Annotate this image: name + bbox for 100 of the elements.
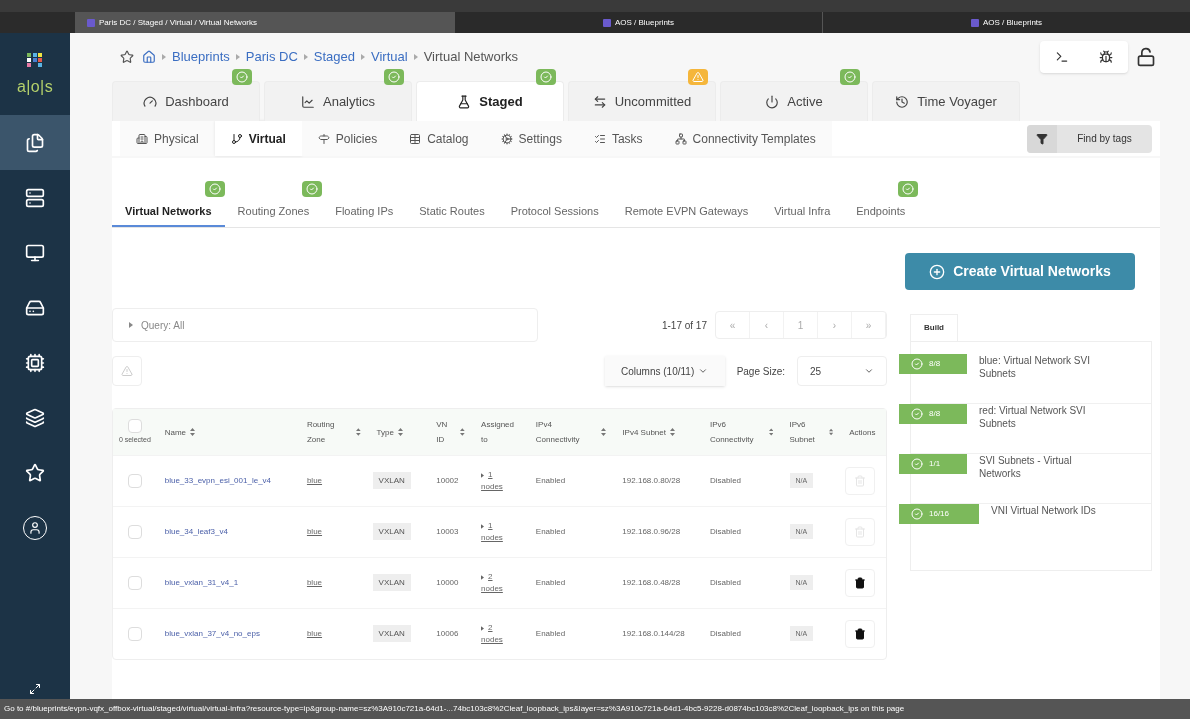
history-icon bbox=[895, 94, 910, 109]
query-field[interactable]: Query: All bbox=[112, 308, 538, 342]
checkbox[interactable] bbox=[127, 576, 142, 590]
favorite-star-icon[interactable] bbox=[120, 50, 134, 64]
unlock-icon[interactable] bbox=[1136, 47, 1156, 67]
find-by-tags-button[interactable]: Find by tags bbox=[1027, 124, 1152, 153]
main-tab[interactable]: Staged bbox=[416, 81, 564, 121]
checkbox[interactable] bbox=[127, 525, 142, 539]
delete-button[interactable] bbox=[845, 569, 876, 597]
sort-icon[interactable] bbox=[601, 428, 607, 436]
delete-button[interactable] bbox=[845, 620, 876, 648]
routing-zone-link[interactable]: blue bbox=[306, 629, 323, 638]
expand-triangle-icon[interactable] bbox=[481, 472, 485, 478]
build-item-label[interactable]: blue: Virtual Network SVI Subnets bbox=[979, 354, 1109, 380]
chevron-icon bbox=[235, 54, 240, 60]
build-item-label[interactable]: SVI Subnets - Virtual Networks bbox=[979, 454, 1109, 480]
trash-icon bbox=[854, 577, 867, 589]
assigned-unit-link[interactable]: nodes bbox=[481, 634, 520, 646]
logo-text: a|o|s bbox=[16, 77, 54, 97]
section-tab[interactable]: Remote EVPN Gateways bbox=[611, 197, 762, 227]
build-item-label[interactable]: red: Virtual Network SVI Subnets bbox=[979, 404, 1109, 430]
table-cell: 10002 bbox=[436, 476, 459, 485]
home-icon[interactable] bbox=[142, 50, 156, 64]
sort-icon[interactable] bbox=[669, 428, 675, 436]
trash-icon bbox=[854, 475, 867, 487]
checkbox[interactable] bbox=[127, 418, 142, 433]
table-cell: Enabled bbox=[535, 578, 566, 587]
routing-zone-link[interactable]: blue bbox=[306, 578, 323, 587]
main-tab[interactable]: Time Voyager bbox=[872, 81, 1020, 121]
routing-zone-link[interactable]: blue bbox=[306, 527, 323, 536]
sort-icon[interactable] bbox=[829, 428, 834, 436]
section-tab[interactable]: Floating IPs bbox=[322, 197, 407, 227]
name-link[interactable]: blue_vxlan_31_v4_1 bbox=[164, 578, 239, 587]
main-tab[interactable]: Analytics bbox=[264, 81, 412, 121]
sub-tab[interactable]: Settings bbox=[484, 121, 578, 156]
sub-tab[interactable]: Virtual bbox=[214, 121, 302, 156]
name-link[interactable]: blue_vxlan_37_v4_no_eps bbox=[164, 629, 260, 638]
section-tab[interactable]: Virtual Infra bbox=[761, 197, 844, 227]
breadcrumb-link[interactable]: Blueprints bbox=[172, 47, 230, 67]
table-cell: Disabled bbox=[709, 476, 742, 485]
assigned-count-link[interactable]: 1 bbox=[488, 469, 493, 481]
checkbox[interactable] bbox=[127, 474, 142, 488]
column-header: Name bbox=[164, 426, 187, 439]
sort-icon[interactable] bbox=[769, 428, 774, 436]
monitor-icon bbox=[25, 242, 45, 263]
routing-zone-link[interactable]: blue bbox=[306, 476, 323, 485]
column-header: IPv4 Connectivity bbox=[535, 419, 581, 446]
build-tab[interactable]: Build bbox=[910, 314, 958, 341]
sort-icon[interactable] bbox=[397, 428, 403, 436]
sort-icon[interactable] bbox=[460, 428, 466, 436]
main-tab[interactable]: Active bbox=[720, 81, 868, 121]
columns-dropdown[interactable]: Columns (10/11) bbox=[604, 356, 725, 386]
page-size-select[interactable]: 25 bbox=[797, 356, 887, 386]
check-icon bbox=[911, 508, 923, 520]
assigned-unit-link[interactable]: nodes bbox=[481, 532, 520, 544]
sub-tab[interactable]: Connectivity Templates bbox=[658, 121, 832, 156]
build-item-label[interactable]: VNI Virtual Network IDs bbox=[991, 504, 1121, 517]
assigned-count-link[interactable]: 2 bbox=[488, 622, 493, 634]
sub-tab[interactable]: Policies bbox=[301, 121, 394, 156]
main-tab[interactable]: Dashboard bbox=[112, 81, 260, 121]
checklist-icon bbox=[593, 132, 606, 145]
section-tab[interactable]: Protocol Sessions bbox=[497, 197, 612, 227]
assigned-unit-link[interactable]: nodes bbox=[481, 583, 520, 595]
name-link[interactable]: blue_33_evpn_esi_001_le_v4 bbox=[164, 476, 272, 485]
sub-tab[interactable]: Physical bbox=[120, 121, 215, 156]
check-icon bbox=[306, 183, 319, 195]
expand-triangle-icon[interactable] bbox=[481, 523, 485, 529]
sub-tab[interactable]: Catalog bbox=[393, 121, 485, 156]
server-icon bbox=[25, 187, 45, 208]
expand-icon[interactable] bbox=[29, 683, 41, 695]
expand-triangle-icon[interactable] bbox=[481, 625, 485, 631]
sort-icon[interactable] bbox=[355, 428, 361, 436]
create-virtual-networks-button[interactable]: Create Virtual Networks bbox=[905, 253, 1135, 290]
table-cell: Enabled bbox=[535, 527, 566, 536]
expand-triangle-icon[interactable] bbox=[481, 574, 485, 580]
branch-icon bbox=[230, 132, 243, 145]
sub-tab[interactable]: Tasks bbox=[577, 121, 659, 156]
name-link[interactable]: blue_34_leaf3_v4 bbox=[164, 527, 228, 536]
table-cell: Disabled bbox=[709, 527, 742, 536]
warning-icon bbox=[692, 71, 704, 83]
sort-icon[interactable] bbox=[190, 428, 196, 436]
assigned-unit-link[interactable]: nodes bbox=[481, 481, 520, 493]
sidebar-nav-item[interactable] bbox=[0, 115, 70, 170]
breadcrumb-link[interactable]: Staged bbox=[313, 47, 356, 67]
table-cell: Enabled bbox=[535, 476, 566, 485]
checkbox[interactable] bbox=[127, 627, 142, 641]
section-tab[interactable]: Endpoints bbox=[843, 197, 919, 227]
assigned-count-link[interactable]: 2 bbox=[488, 571, 493, 583]
breadcrumb-link[interactable]: Paris DC bbox=[245, 47, 298, 67]
breadcrumb-link[interactable]: Virtual bbox=[371, 47, 408, 67]
caret-icon bbox=[864, 366, 874, 376]
table-cell: Disabled bbox=[709, 578, 742, 587]
section-tab[interactable]: Routing Zones bbox=[224, 197, 323, 227]
assigned-count-link[interactable]: 1 bbox=[488, 520, 493, 532]
main-tab[interactable]: Uncommitted bbox=[568, 81, 716, 121]
section-tab[interactable]: Static Routes bbox=[406, 197, 498, 227]
browser-tab[interactable]: Paris DC / Staged / Virtual / Virtual Networks bbox=[75, 12, 454, 33]
type-tag: VXLAN bbox=[372, 574, 411, 591]
terminal-icon[interactable] bbox=[1055, 50, 1069, 64]
bug-icon[interactable] bbox=[1099, 50, 1113, 64]
